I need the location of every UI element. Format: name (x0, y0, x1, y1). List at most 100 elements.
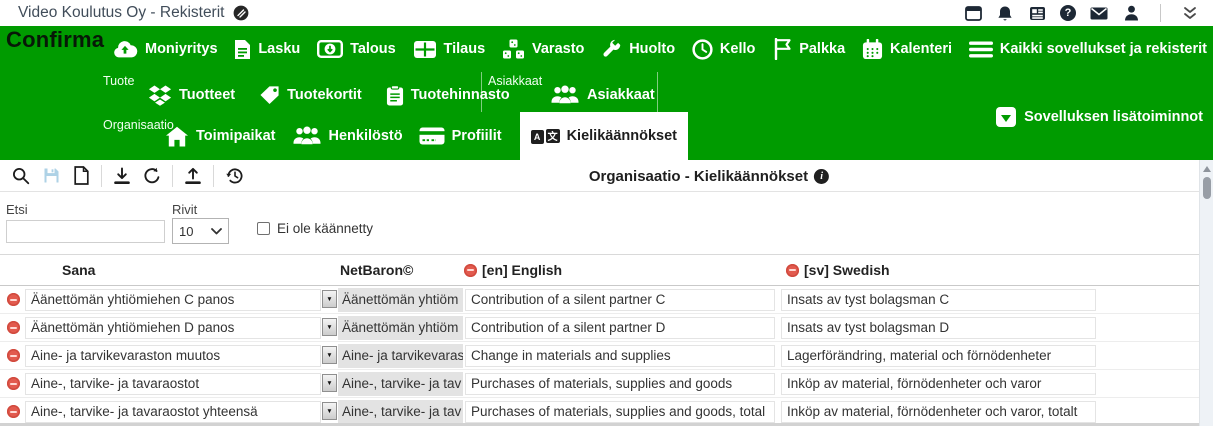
rows-per-page-select[interactable]: 10 (172, 218, 229, 244)
cell-netbaron: Aine- ja tarvikevaras (338, 344, 463, 368)
cell-english[interactable]: Contribution of a silent partner C (465, 289, 775, 311)
untranslated-checkbox[interactable] (257, 222, 270, 235)
new-document-icon[interactable] (66, 162, 96, 190)
help-icon[interactable]: ? (1060, 5, 1076, 21)
user-icon[interactable] (1122, 4, 1140, 22)
nav-app-talous[interactable]: Talous (317, 40, 396, 58)
nav-app-moniyritys[interactable]: Moniyritys (112, 39, 218, 60)
brand-logo[interactable]: Confirma (6, 27, 104, 53)
vertical-scrollbar[interactable] (1199, 160, 1213, 426)
search-icon[interactable] (6, 162, 36, 190)
nav-item-tuotteet[interactable]: Tuotteet (148, 85, 235, 106)
nav-group-label: Asiakkaat (488, 74, 542, 88)
search-label: Etsi (6, 202, 28, 217)
toolbar-separator (101, 165, 102, 187)
download-icon[interactable] (107, 162, 137, 190)
cell-english[interactable]: Contribution of a silent partner D (465, 317, 775, 339)
cell-english[interactable]: Purchases of materials, supplies and goo… (465, 373, 775, 395)
pricelist-clipboard-icon (386, 85, 404, 106)
nav-item-kielikaannokset-active-tab[interactable]: A文 Kielikäännökset (520, 112, 688, 160)
remove-row-icon[interactable] (7, 321, 20, 334)
cell-sana[interactable]: Äänettömän yhtiömiehen D panos (25, 317, 321, 339)
cell-sana[interactable]: Aine-, tarvike- ja tavaraostot (25, 373, 321, 395)
remove-row-icon[interactable] (7, 377, 20, 390)
nav-group-label: Organisaatio (103, 118, 174, 132)
remove-row-icon[interactable] (7, 405, 20, 418)
invoice-icon (234, 39, 251, 60)
app-extra-actions-button[interactable]: Sovelluksen lisätoiminnot (996, 104, 1203, 130)
nav-item-toimipaikat[interactable]: Toimipaikat (165, 126, 276, 147)
cell-swedish[interactable]: Lagerförändring, material och förnödenhe… (781, 345, 1096, 367)
nav-app-kello[interactable]: Kello (692, 39, 755, 60)
remove-row-icon[interactable] (7, 349, 20, 362)
search-input[interactable] (6, 220, 165, 243)
nav-item-profiilit[interactable]: Profiilit (419, 127, 502, 145)
combo-dropdown-button[interactable]: ▼ (322, 290, 337, 308)
nav-app-huolto[interactable]: Huolto (601, 39, 675, 60)
nav-item-henkilosto[interactable]: Henkilöstö (292, 126, 403, 146)
extra-actions-label: Sovelluksen lisätoiminnot (1024, 109, 1203, 125)
notifications-bell-icon[interactable] (996, 4, 1014, 22)
cloud-upload-icon (112, 39, 138, 60)
remove-language-icon[interactable] (464, 264, 477, 277)
titlebar-actions: ? (964, 4, 1199, 22)
remove-language-icon[interactable] (786, 264, 799, 277)
cell-english[interactable]: Purchases of materials, supplies and goo… (465, 401, 775, 423)
scrollbar-thumb[interactable] (1203, 177, 1211, 199)
remove-row-icon[interactable] (7, 293, 20, 306)
combo-dropdown-button[interactable]: ▼ (322, 402, 337, 420)
cell-english[interactable]: Change in materials and supplies (465, 345, 775, 367)
app-menu-row: Moniyritys Lasku Talous Tilaus Varasto H… (112, 26, 1207, 72)
table-row: Aine-, tarvike- ja tavaraostot ▼ Aine-, … (0, 370, 1199, 398)
upload-icon[interactable] (178, 162, 208, 190)
nav-item-label: Asiakkaat (587, 87, 655, 103)
nav-item-label: Tuotteet (179, 87, 235, 103)
column-header-netbaron[interactable]: NetBaron© (340, 255, 413, 285)
column-header-sana[interactable]: Sana (62, 255, 95, 285)
cell-sana[interactable]: Äänettömän yhtiömiehen C panos (25, 289, 321, 311)
menu-icon (969, 41, 993, 58)
news-icon[interactable] (1028, 4, 1046, 22)
tag-icon (259, 85, 280, 105)
cell-sana[interactable]: Aine- ja tarvikevaraston muutos (25, 345, 321, 367)
refresh-icon[interactable] (137, 162, 167, 190)
history-icon[interactable] (219, 162, 249, 190)
nav-app-label: Palkka (799, 41, 845, 57)
combo-dropdown-button[interactable]: ▼ (322, 346, 337, 364)
table-row: Äänettömän yhtiömiehen D panos ▼ Äänettö… (0, 314, 1199, 342)
cell-swedish[interactable]: Insats av tyst bolagsman D (781, 317, 1096, 339)
cell-swedish[interactable]: Inköp av material, förnödenheter och var… (781, 373, 1096, 395)
nav-app-kalenteri[interactable]: Kalenteri (862, 39, 952, 60)
titlebar-divider (1160, 4, 1161, 22)
info-icon[interactable]: i (814, 169, 829, 184)
cell-netbaron: Aine-, tarvike- ja tav (338, 372, 463, 396)
status-orb-icon[interactable] (233, 5, 249, 21)
combo-dropdown-button[interactable]: ▼ (322, 374, 337, 392)
cell-swedish[interactable]: Inköp av material, förnödenheter och var… (781, 401, 1096, 423)
cell-netbaron: Äänettömän yhtiöm (338, 316, 463, 340)
nav-app-label: Talous (350, 41, 396, 57)
nav-item-label: Tuotekortit (287, 87, 362, 103)
combo-dropdown-button[interactable]: ▼ (322, 318, 337, 336)
scrollbar-up-arrow[interactable] (1203, 166, 1211, 172)
column-header-english[interactable]: [en] English (464, 255, 562, 285)
nav-app-varasto[interactable]: Varasto (502, 39, 584, 60)
window-layout-icon[interactable] (964, 4, 982, 22)
nav-item-asiakkaat[interactable]: Asiakkaat (550, 85, 655, 105)
mail-icon[interactable] (1090, 4, 1108, 22)
nav-app-palkka[interactable]: Palkka (772, 38, 845, 60)
column-header-swedish[interactable]: [sv] Swedish (786, 255, 890, 285)
cell-swedish[interactable]: Insats av tyst bolagsman C (781, 289, 1096, 311)
nav-app-kaikki-sovellukset[interactable]: Kaikki sovellukset ja rekisterit (969, 41, 1207, 58)
nav-app-lasku[interactable]: Lasku (234, 39, 300, 60)
cell-sana[interactable]: Aine-, tarvike- ja tavaraostot yhteensä (25, 401, 321, 423)
nav-item-tuotekortit[interactable]: Tuotekortit (259, 85, 362, 105)
nav-app-label: Varasto (532, 41, 584, 57)
save-icon[interactable] (36, 162, 66, 190)
nav-app-tilaus[interactable]: Tilaus (413, 40, 486, 59)
translate-icon: A文 (531, 127, 560, 145)
collapse-double-chevron-icon[interactable] (1181, 4, 1199, 22)
nav-group-asiakkaat: Asiakkaat Asiakkaat (481, 72, 658, 112)
rows-label: Rivit (172, 202, 197, 217)
nav-app-label: Huolto (629, 41, 675, 57)
